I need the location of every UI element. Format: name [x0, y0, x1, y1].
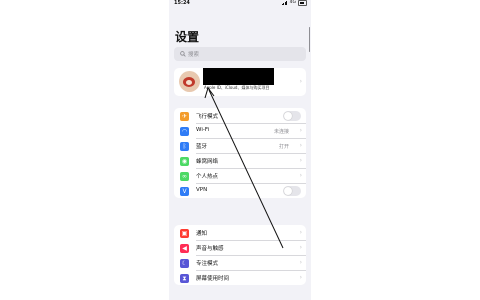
row-label: 专注模式 [196, 261, 219, 267]
row-label: Wi-Fi [196, 127, 210, 133]
wifi-icon: ◠ [180, 126, 189, 136]
vpn-icon: V [180, 186, 189, 196]
row-bluetooth[interactable]: ᛒ 蓝牙 打开 › [174, 138, 306, 153]
row-value: 打开 [278, 143, 289, 150]
hourglass-icon: ⧗ [180, 273, 189, 283]
chevron-right-icon: › [299, 141, 302, 149]
row-label: 个人热点 [196, 174, 219, 180]
row-value: 未连接 [273, 128, 289, 135]
page-title: 设置 [175, 30, 200, 44]
apple-id-card[interactable]: Apple ID、iCloud、媒体与购买项目 › [174, 68, 306, 96]
vpn-toggle[interactable] [283, 185, 301, 196]
status-bar: 15:24 4G [169, 0, 311, 8]
chevron-right-icon: › [299, 126, 302, 134]
hotspot-icon: ∞ [180, 171, 189, 181]
chevron-right-icon: › [299, 171, 302, 179]
bell-icon: ▣ [180, 228, 189, 238]
row-label: 飞行模式 [196, 114, 219, 120]
search-icon [180, 51, 186, 57]
chevron-right-icon: › [299, 258, 302, 266]
row-label: 蜂窝网络 [196, 159, 219, 165]
row-sounds-haptics[interactable]: ◀ 声音与触感 › [174, 240, 306, 255]
row-airplane-mode[interactable]: ✈ 飞行模式 [174, 108, 306, 123]
airplane-icon: ✈ [180, 111, 189, 121]
search-placeholder: 搜索 [188, 52, 200, 58]
row-notifications[interactable]: ▣ 通知 › [174, 225, 306, 240]
redacted-name [203, 68, 274, 85]
cellular-icon: ◉ [180, 156, 189, 166]
network-type: 4G [289, 0, 296, 6]
airplane-toggle[interactable] [283, 110, 301, 121]
search-field[interactable]: 搜索 [174, 47, 306, 61]
settings-screen: 15:24 4G 设置 搜索 Apple ID、iCloud、媒体与购买项目 ›… [169, 0, 311, 300]
row-label: 声音与触感 [196, 246, 224, 252]
row-wifi[interactable]: ◠ Wi-Fi 未连接 › [174, 123, 306, 138]
chevron-right-icon: › [299, 243, 302, 251]
account-subtitle: Apple ID、iCloud、媒体与购买项目 [204, 85, 270, 90]
row-cellular[interactable]: ◉ 蜂窝网络 › [174, 153, 306, 168]
row-label: 屏幕使用时间 [196, 276, 230, 282]
status-time: 15:24 [174, 0, 190, 6]
status-indicators: 4G [281, 0, 307, 6]
row-label: 蓝牙 [196, 144, 208, 150]
row-hotspot[interactable]: ∞ 个人热点 › [174, 168, 306, 183]
avatar [179, 71, 200, 92]
network-settings-group: ✈ 飞行模式 ◠ Wi-Fi 未连接 › ᛒ 蓝牙 打开 › ◉ 蜂窝网络 › … [174, 108, 306, 198]
chevron-right-icon: › [299, 273, 302, 281]
signal-icon [281, 0, 288, 6]
chevron-right-icon: › [299, 156, 302, 164]
battery-icon [298, 0, 307, 6]
moon-icon: ☾ [180, 258, 189, 268]
speaker-icon: ◀ [180, 243, 189, 253]
row-label: VPN [196, 187, 208, 193]
chevron-right-icon: › [299, 78, 302, 85]
row-vpn[interactable]: V VPN [174, 183, 306, 198]
row-label: 通知 [196, 231, 208, 237]
bluetooth-icon: ᛒ [180, 141, 189, 151]
row-screen-time[interactable]: ⧗ 屏幕使用时间 › [174, 270, 306, 285]
notification-settings-group: ▣ 通知 › ◀ 声音与触感 › ☾ 专注模式 › ⧗ 屏幕使用时间 › [174, 225, 306, 285]
scroll-indicator[interactable] [308, 27, 310, 52]
row-focus[interactable]: ☾ 专注模式 › [174, 255, 306, 270]
chevron-right-icon: › [299, 228, 302, 236]
